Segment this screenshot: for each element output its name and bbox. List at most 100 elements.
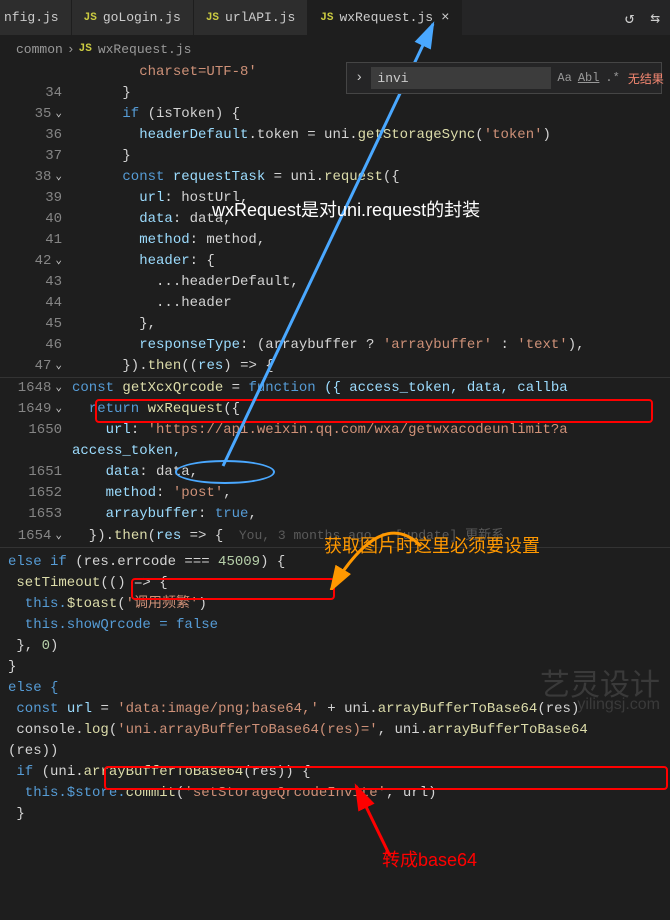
search-options: Aa Abl .* — [557, 71, 619, 85]
tab-label: urlAPI.js — [225, 10, 295, 25]
code-text: ), — [568, 337, 585, 353]
code-text: false — [176, 617, 218, 633]
code-text: : hostUrl, — [164, 190, 248, 206]
line-number: 44 — [45, 293, 62, 314]
code-text: request — [324, 169, 383, 185]
annotation-text: 转成base64 — [382, 846, 477, 872]
code-text: }, — [68, 314, 156, 335]
code-text: commit — [126, 785, 176, 801]
regex-toggle[interactable]: .* — [605, 71, 619, 85]
code-text: charset=UTF-8' — [72, 64, 257, 80]
line-number: 38 — [35, 167, 52, 188]
tab-bar: nfig.js JS goLogin.js JS urlAPI.js JS wx… — [0, 0, 670, 36]
code-text: : — [492, 337, 517, 353]
code-text: method — [72, 232, 190, 248]
breadcrumb[interactable]: common › JS wxRequest.js — [0, 36, 670, 62]
tab-nfig[interactable]: nfig.js — [0, 0, 72, 35]
search-input[interactable] — [371, 67, 551, 89]
code-text: => { — [181, 528, 223, 544]
chevron-right-icon[interactable]: › — [355, 70, 363, 86]
code-text: ({ — [223, 401, 240, 417]
line-number: 43 — [45, 272, 62, 293]
tab-label: nfig.js — [4, 10, 59, 25]
code-text: : data, — [173, 211, 232, 227]
js-icon: JS — [320, 12, 333, 24]
fold-icon[interactable]: ⌄ — [55, 167, 62, 188]
line-number: 1652 — [28, 483, 62, 504]
code-text: const — [8, 701, 58, 717]
code-text: then — [114, 528, 148, 544]
code-text: header — [72, 253, 190, 269]
tab-urlapi[interactable]: JS urlAPI.js — [194, 0, 308, 35]
code-text: this. — [8, 596, 67, 612]
code-text: else { — [8, 680, 58, 696]
editor-region-3[interactable]: else if (res.errcode === 45009) { setTim… — [0, 552, 670, 825]
fold-icon[interactable]: ⌄ — [55, 526, 62, 547]
fold-icon[interactable]: ⌄ — [55, 399, 62, 420]
code-text: .token = uni. — [248, 127, 357, 143]
code-text: : — [131, 422, 148, 438]
code-text: : (arraybuffer ? — [240, 337, 383, 353]
match-word-toggle[interactable]: Abl — [578, 71, 600, 85]
line-number: 35 — [35, 104, 52, 125]
code-text: : data, — [139, 464, 198, 480]
code-text: (( — [181, 358, 198, 374]
code-text: if — [72, 106, 139, 122]
close-icon[interactable]: × — [441, 10, 449, 26]
history-icon[interactable]: ↺ — [625, 8, 635, 28]
line-number: 45 — [45, 314, 62, 335]
code-text: (isToken) { — [139, 106, 240, 122]
code-text: (uni. — [33, 764, 83, 780]
line-number: 1651 — [28, 462, 62, 483]
tab-wxrequest[interactable]: JS wxRequest.js × — [308, 0, 462, 35]
fold-icon[interactable]: ⌄ — [55, 356, 62, 377]
line-number: 36 — [45, 125, 62, 146]
code-text: 'post' — [173, 485, 223, 501]
line-number: 47 — [35, 356, 52, 377]
line-number: 1650 — [28, 420, 62, 441]
line-number: 1649 — [18, 399, 52, 420]
line-number: 42 — [35, 251, 52, 272]
tab-gologin[interactable]: JS goLogin.js — [72, 0, 194, 35]
code-text: 'setStorageQrcodeInvite' — [184, 785, 386, 801]
code-text: : method, — [190, 232, 266, 248]
code-text: = uni. — [265, 169, 324, 185]
code-text: , uni. — [378, 722, 428, 738]
code-text: : — [156, 485, 173, 501]
code-text: + uni. — [319, 701, 378, 717]
fold-icon[interactable]: ⌄ — [55, 378, 62, 399]
code-text: ({ access_token, data, callba — [316, 380, 568, 396]
code-text: ) — [198, 596, 206, 612]
code-text: data — [72, 211, 173, 227]
code-text: true — [215, 506, 249, 522]
code-text: then — [148, 358, 182, 374]
tab-label: goLogin.js — [103, 10, 181, 25]
search-result-count: 无结果 — [628, 70, 664, 87]
code-text: const — [72, 380, 114, 396]
code-text: }). — [72, 358, 148, 374]
fold-icon[interactable]: ⌄ — [55, 104, 62, 125]
tab-label: wxRequest.js — [339, 10, 433, 25]
code-text: }, — [8, 638, 42, 654]
code-text: ( — [109, 722, 117, 738]
fold-icon[interactable]: ⌄ — [55, 251, 62, 272]
line-number: 1653 — [28, 504, 62, 525]
code-text: '调用频繁' — [126, 596, 199, 612]
js-icon: JS — [206, 12, 219, 24]
line-number: 39 — [45, 188, 62, 209]
code-text: ) => { — [223, 358, 273, 374]
code-text: $toast — [67, 596, 117, 612]
compare-icon[interactable]: ⇆ — [650, 8, 660, 28]
match-case-toggle[interactable]: Aa — [557, 71, 571, 85]
line-number: 34 — [45, 83, 62, 104]
code-text: (res)) — [0, 741, 58, 762]
editor-region-1[interactable]: charset=UTF-8' 34 } 35⌄ if (isToken) { 3… — [0, 62, 670, 377]
code-text: ( — [117, 596, 125, 612]
editor-region-2[interactable]: 1648⌄const getXcxQrcode = function ({ ac… — [0, 378, 670, 547]
code-text: url — [72, 190, 164, 206]
code-text: log — [84, 722, 109, 738]
code-text: this.$store. — [8, 785, 126, 801]
code-text: res — [198, 358, 223, 374]
code-text: , — [248, 506, 256, 522]
code-text: data — [72, 464, 139, 480]
